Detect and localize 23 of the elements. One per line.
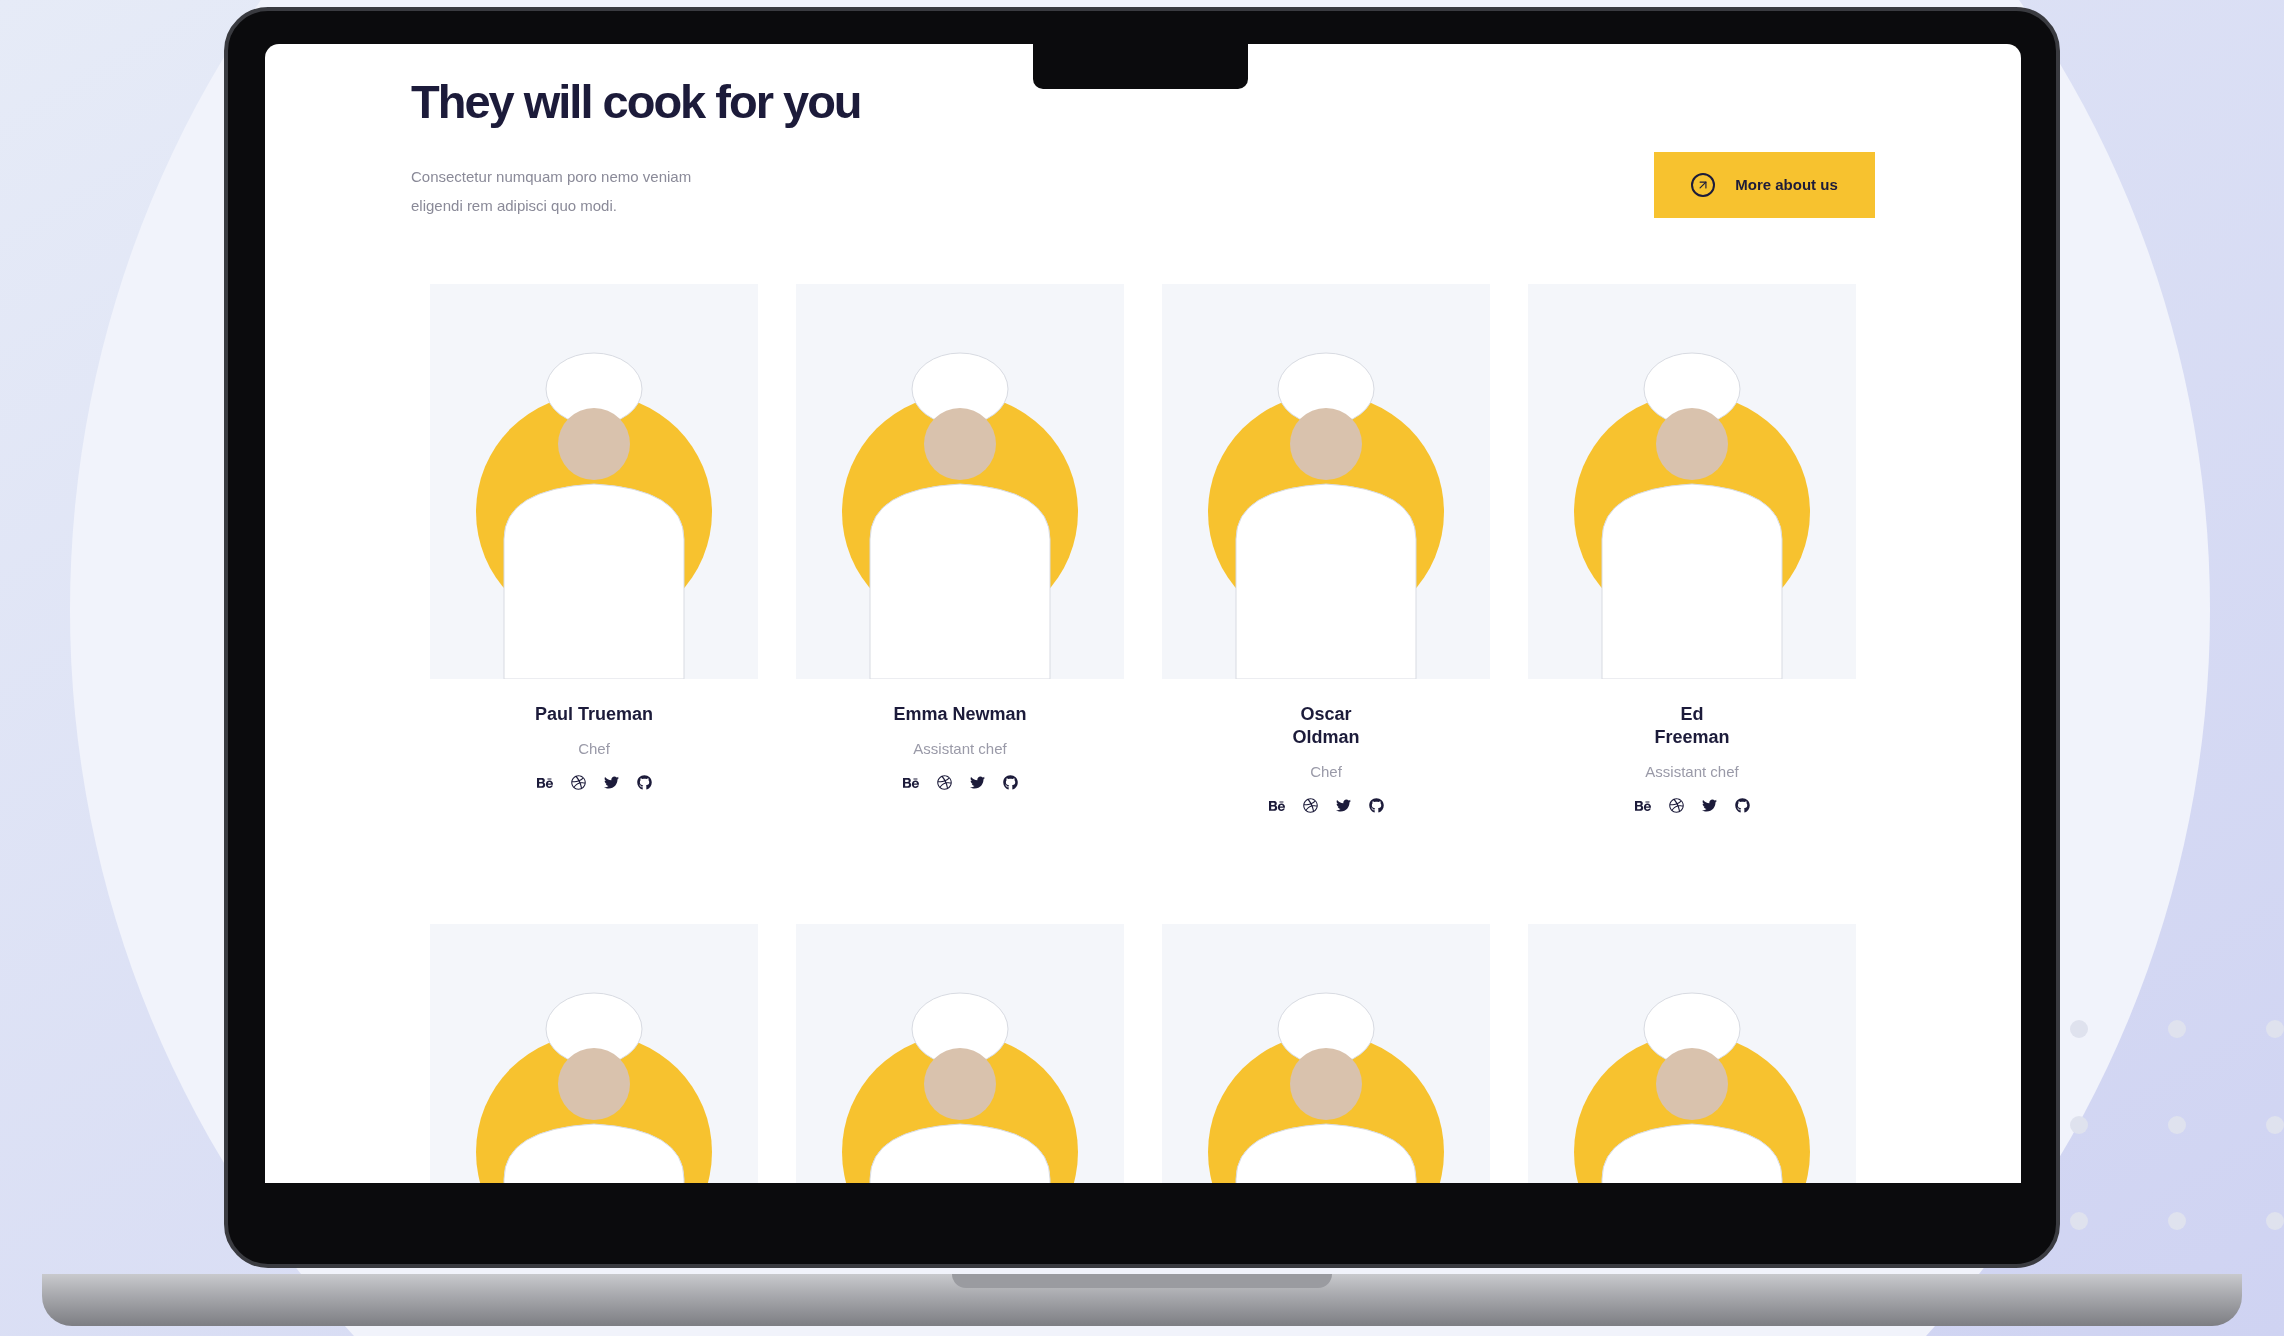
dribbble-icon[interactable] [570, 775, 586, 790]
section-description: Consectetur numquam poro nemo veniam eligendi rem adipisci quo modi. [411, 167, 693, 216]
more-about-us-button[interactable]: More about us [1654, 152, 1875, 218]
twitter-icon[interactable] [1335, 798, 1351, 813]
twitter-icon[interactable] [969, 775, 985, 790]
chef-name: Emma Newman [893, 703, 1027, 726]
chef-role: Chef [1310, 762, 1342, 782]
github-icon[interactable] [1734, 798, 1750, 813]
github-icon[interactable] [1002, 775, 1018, 790]
github-icon[interactable] [636, 775, 652, 790]
twitter-icon[interactable] [1701, 798, 1717, 813]
dribbble-icon[interactable] [936, 775, 952, 790]
chef-role: Assistant chef [1645, 762, 1739, 782]
chef-name: Ed Freeman [1654, 703, 1730, 749]
chef-role: Assistant chef [913, 739, 1007, 759]
dribbble-icon[interactable] [1668, 798, 1684, 813]
chef-name: Oscar Oldman [1292, 703, 1360, 749]
github-icon[interactable] [1368, 798, 1384, 813]
section-title: They will cook for you [411, 74, 861, 130]
chef-name: Paul Trueman [534, 703, 653, 726]
chef-role: Chef [578, 739, 610, 759]
dribbble-icon[interactable] [1302, 798, 1318, 813]
twitter-icon[interactable] [603, 775, 619, 790]
